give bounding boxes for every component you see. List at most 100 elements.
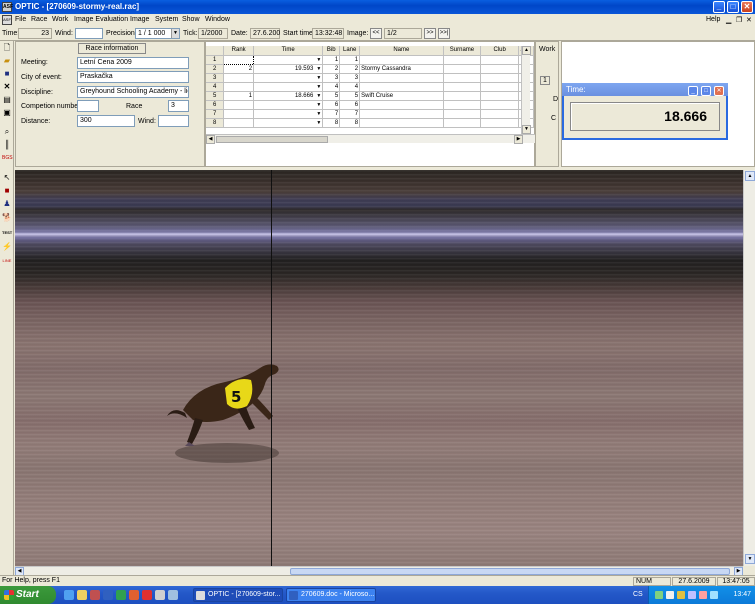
table-row[interactable]: 8 ▼ 8 8 bbox=[206, 118, 535, 128]
time-cell[interactable]: ▼ bbox=[253, 100, 324, 110]
surname-cell[interactable] bbox=[443, 82, 482, 92]
surname-cell[interactable] bbox=[443, 118, 482, 128]
bib-cell[interactable]: 2 bbox=[322, 64, 341, 74]
time-window-maximize-icon[interactable]: □ bbox=[701, 86, 711, 96]
scroll-up-icon[interactable]: ▲ bbox=[522, 46, 531, 55]
name-cell[interactable]: Swift Cruise bbox=[359, 91, 444, 101]
mdi-restore-icon[interactable]: ❐ bbox=[736, 16, 742, 24]
taskbar-item-optic[interactable]: OPTIC - [270609-stor... bbox=[193, 588, 283, 602]
rank-cell[interactable] bbox=[223, 118, 255, 128]
chevron-down-icon[interactable]: ▼ bbox=[316, 101, 321, 109]
club-cell[interactable] bbox=[480, 109, 519, 119]
bib-cell[interactable]: 8 bbox=[322, 118, 341, 128]
menu-help[interactable]: Help bbox=[706, 16, 720, 23]
club-cell[interactable] bbox=[480, 64, 519, 74]
chevron-down-icon[interactable]: ▼ bbox=[171, 29, 179, 38]
menu-work[interactable]: Work bbox=[52, 16, 68, 23]
precision-select[interactable]: 1 / 1 000 ▼ bbox=[135, 28, 180, 39]
surname-cell[interactable] bbox=[443, 100, 482, 110]
menu-file[interactable]: File bbox=[15, 16, 26, 23]
image-prev-button[interactable]: << bbox=[370, 28, 382, 39]
menu-window[interactable]: Window bbox=[205, 16, 230, 23]
media-icon[interactable] bbox=[90, 590, 100, 600]
time-window-minimize-icon[interactable]: _ bbox=[688, 86, 698, 96]
chevron-down-icon[interactable]: ▼ bbox=[316, 56, 321, 64]
chevron-down-icon[interactable]: ▼ bbox=[316, 110, 321, 118]
show-desktop-icon[interactable] bbox=[168, 590, 178, 600]
tray-alert-icon[interactable] bbox=[699, 591, 707, 599]
club-cell[interactable] bbox=[480, 118, 519, 128]
start-button[interactable]: Start bbox=[0, 586, 56, 604]
column-header-club[interactable]: Club bbox=[480, 46, 519, 56]
new-file-icon[interactable]: 🗋 bbox=[2, 43, 12, 53]
language-indicator[interactable]: CS bbox=[633, 591, 643, 598]
menu-system[interactable]: System bbox=[155, 16, 178, 23]
bib-cell[interactable]: 7 bbox=[322, 109, 341, 119]
bgs-icon[interactable]: BGS bbox=[2, 153, 13, 163]
lane-cell[interactable]: 1 bbox=[339, 55, 361, 65]
save-icon[interactable]: ■ bbox=[2, 69, 12, 79]
delete-icon[interactable]: ✕ bbox=[2, 82, 12, 92]
meeting-field[interactable]: Letní Cena 2009 bbox=[77, 57, 189, 69]
image-scroll-down-icon[interactable]: ▼ bbox=[745, 554, 755, 564]
surname-cell[interactable] bbox=[443, 55, 482, 65]
bib-cell[interactable]: 6 bbox=[322, 100, 341, 110]
powerpoint-icon[interactable] bbox=[129, 590, 139, 600]
cursor-icon[interactable]: ↖ bbox=[2, 173, 12, 183]
tray-app-icon[interactable] bbox=[688, 591, 696, 599]
scroll-right-icon[interactable]: ▶ bbox=[514, 135, 523, 144]
test-icon[interactable]: TEST bbox=[2, 228, 12, 238]
time-window[interactable]: Time: _ □ ✕ 18.666 bbox=[562, 83, 728, 140]
image-vertical-scrollbar[interactable]: ▲ ▼ bbox=[743, 170, 755, 566]
rank-cell[interactable] bbox=[223, 100, 255, 110]
column-header-lane[interactable]: Lane bbox=[339, 46, 361, 56]
barcode-icon[interactable]: ║ bbox=[2, 140, 12, 150]
menu-image[interactable]: Image bbox=[130, 16, 149, 23]
scroll-down-icon[interactable]: ▼ bbox=[522, 125, 531, 134]
work-button-c[interactable]: C bbox=[551, 115, 556, 122]
table-row[interactable]: 5 1 18.666 ▼ 5 5 Swift Cruise bbox=[206, 91, 535, 101]
tray-bluetooth-icon[interactable] bbox=[710, 591, 718, 599]
wind-field[interactable] bbox=[75, 28, 103, 39]
club-cell[interactable] bbox=[480, 100, 519, 110]
rank-cell[interactable] bbox=[223, 82, 255, 92]
time-cell[interactable]: ▼ bbox=[253, 73, 324, 83]
competition-number-field[interactable] bbox=[77, 100, 99, 112]
table-row[interactable]: 7 ▼ 7 7 bbox=[206, 109, 535, 119]
chevron-down-icon[interactable]: ▼ bbox=[316, 74, 321, 82]
club-cell[interactable] bbox=[480, 91, 519, 101]
bib-cell[interactable]: 3 bbox=[322, 73, 341, 83]
rank-cell[interactable]: 2 bbox=[223, 64, 255, 74]
menu-race[interactable]: Race bbox=[31, 16, 47, 23]
menu-image-evaluation[interactable]: Image Evaluation bbox=[74, 16, 128, 23]
lane-cell[interactable]: 6 bbox=[339, 100, 361, 110]
taskbar-clock[interactable]: 13:47 bbox=[733, 591, 751, 598]
lane-cell[interactable]: 7 bbox=[339, 109, 361, 119]
time-cell[interactable]: ▼ bbox=[253, 118, 324, 128]
ie-icon[interactable] bbox=[64, 590, 74, 600]
surname-cell[interactable] bbox=[443, 73, 482, 83]
rank-cell[interactable] bbox=[223, 73, 255, 83]
table-row[interactable]: 1 ▼ 1 1 bbox=[206, 54, 535, 65]
bib-cell[interactable]: 5 bbox=[322, 91, 341, 101]
time-window-close-icon[interactable]: ✕ bbox=[714, 86, 724, 96]
word-icon[interactable] bbox=[103, 590, 113, 600]
table-row[interactable]: 3 ▼ 3 3 bbox=[206, 73, 535, 83]
person-icon[interactable]: ♟ bbox=[2, 199, 12, 209]
time-cell[interactable]: ▼ bbox=[253, 109, 324, 119]
maximize-button[interactable]: □ bbox=[727, 1, 739, 13]
explorer-icon[interactable] bbox=[77, 590, 87, 600]
race-wind-field[interactable] bbox=[158, 115, 189, 127]
image-scroll-thumb[interactable] bbox=[290, 568, 730, 575]
table-row[interactable]: 6 ▼ 6 6 bbox=[206, 100, 535, 110]
image-scroll-up-icon[interactable]: ▲ bbox=[745, 171, 755, 181]
column-header-time[interactable]: Time bbox=[253, 46, 324, 56]
rank-cell[interactable] bbox=[223, 109, 255, 119]
club-cell[interactable] bbox=[480, 73, 519, 83]
lane-cell[interactable]: 5 bbox=[339, 91, 361, 101]
image-horizontal-scrollbar[interactable]: ◀ ▶ bbox=[15, 566, 743, 576]
mdi-close-icon[interactable]: ✕ bbox=[746, 16, 752, 24]
line-icon[interactable]: LINE bbox=[2, 256, 12, 266]
name-cell[interactable] bbox=[359, 73, 444, 83]
record-icon[interactable]: ■ bbox=[2, 186, 12, 196]
